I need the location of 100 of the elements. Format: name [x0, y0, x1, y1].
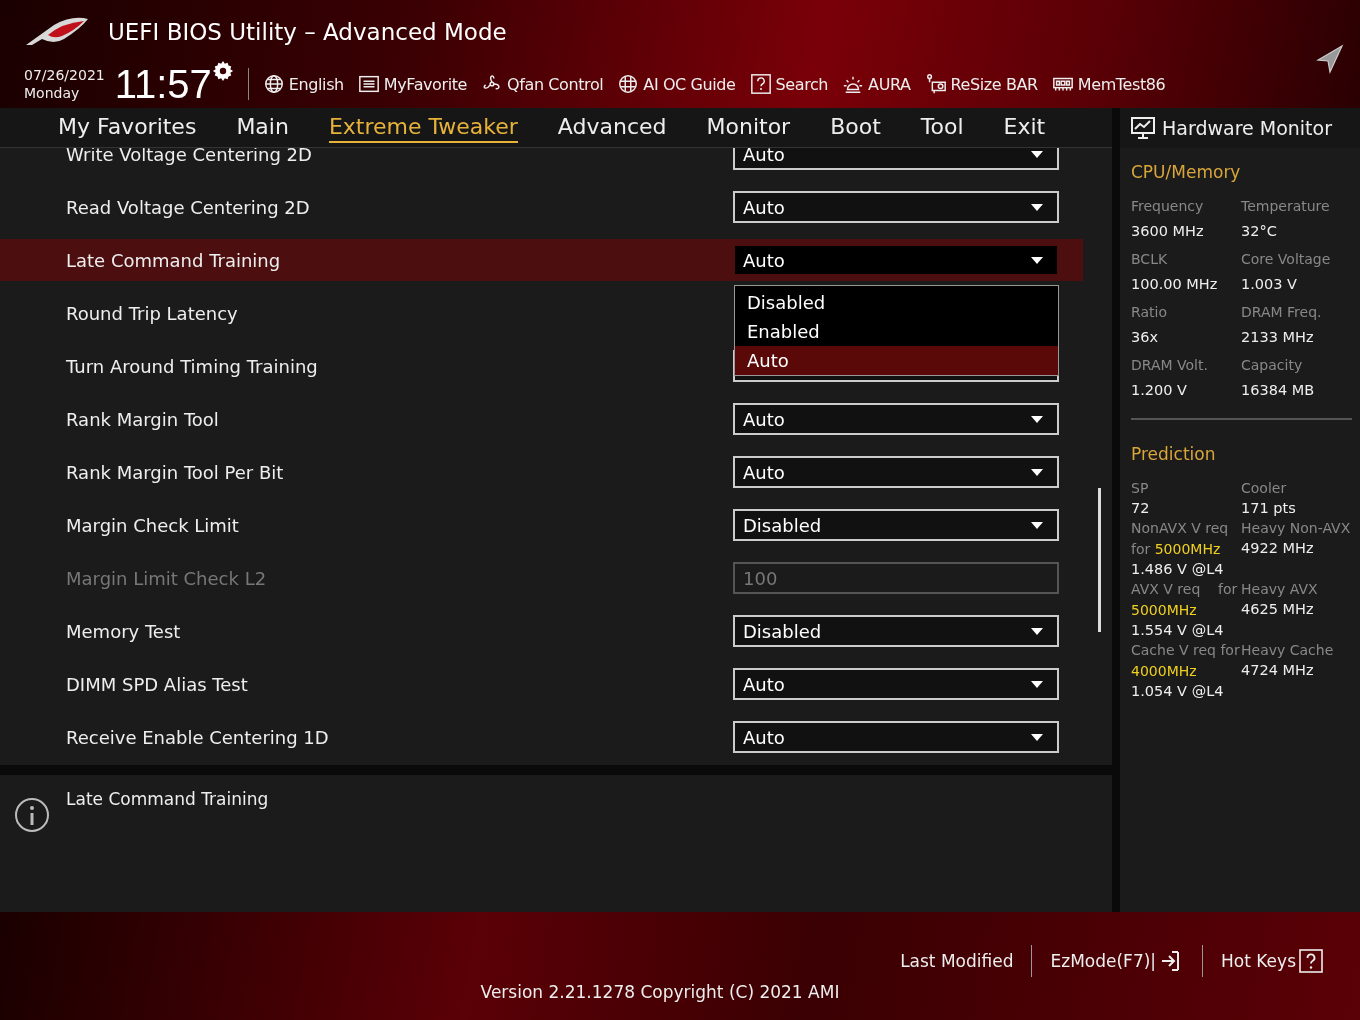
help-icon: [1298, 948, 1324, 974]
menu-tab[interactable]: Advanced: [557, 112, 667, 143]
dropdown-field[interactable]: Auto: [733, 148, 1059, 170]
footer-button[interactable]: EzMode(F7)|: [1032, 948, 1203, 974]
weekday-text: Monday: [24, 84, 81, 102]
list-icon: [357, 73, 380, 95]
stat-label: BCLK: [1131, 250, 1169, 269]
stat-label: NonAVX V req for 5000MHz: [1131, 519, 1230, 559]
setting-label: Late Command Training: [66, 249, 281, 271]
stat-label: Temperature: [1241, 197, 1331, 216]
menu-tab[interactable]: Exit: [1003, 112, 1046, 143]
stat-value: 72: [1131, 500, 1151, 516]
dropdown-field[interactable]: Auto: [733, 403, 1059, 435]
window-title: UEFI BIOS Utility – Advanced Mode: [108, 19, 507, 45]
stat-label: SP: [1131, 479, 1150, 498]
globe-icon: [262, 73, 285, 95]
scrollbar-thumb[interactable]: [1098, 488, 1101, 632]
caret-icon: [1031, 415, 1043, 423]
stat-value: 36x: [1131, 329, 1160, 345]
stat-value: 3600 MHz: [1131, 223, 1205, 239]
caret-icon: [1031, 256, 1043, 264]
setting-label: Read Voltage Centering 2D: [66, 196, 310, 218]
monitor-icon: [1130, 116, 1156, 140]
stat-value: 1.054 V @L4: [1131, 683, 1225, 699]
stat-label: AVX V req for 5000MHz: [1131, 580, 1239, 620]
caret-icon: [1031, 733, 1043, 741]
stat-value: 1.200 V: [1131, 382, 1189, 398]
footer-button[interactable]: Last Modified: [882, 951, 1032, 971]
clock-time: 11:57: [114, 61, 212, 107]
stat-label: Frequency: [1131, 197, 1205, 216]
menu-tab[interactable]: Tool: [920, 112, 964, 143]
menu-tab[interactable]: Main: [236, 112, 289, 143]
dropdown-field[interactable]: Auto: [733, 721, 1059, 753]
caret-icon: [1031, 680, 1043, 688]
menu-tab[interactable]: Monitor: [706, 112, 791, 143]
stat-value: 4922 MHz: [1241, 540, 1315, 556]
stat-value: 16384 MB: [1241, 382, 1316, 398]
stat-value: 171 pts: [1241, 500, 1297, 516]
menu-tab[interactable]: My Favorites: [58, 112, 197, 143]
menu-tab[interactable]: Boot: [830, 112, 881, 143]
stat-label: DRAM Freq.: [1241, 303, 1323, 322]
stat-label: Heavy Non-AVX: [1241, 519, 1352, 538]
caret-icon: [1031, 468, 1043, 476]
date-text: 07/26/2021: [24, 66, 105, 84]
dropdown-field[interactable]: Auto: [733, 668, 1059, 700]
stat-value: 1.486 V @L4: [1131, 561, 1225, 577]
menu-option[interactable]: Disabled: [735, 288, 1058, 317]
setting-label: Turn Around Timing Training: [66, 355, 318, 377]
toolbar-button[interactable]: AI OC Guide: [617, 73, 736, 95]
info-icon: [14, 797, 50, 833]
dropdown-field[interactable]: Disabled: [733, 615, 1059, 647]
stat-label: Heavy AVX: [1241, 580, 1319, 599]
dropdown-field[interactable]: Auto: [733, 456, 1059, 488]
caret-icon: [1031, 521, 1043, 529]
menu-tab[interactable]: Extreme Tweaker: [328, 112, 518, 143]
stat-value: 100.00 MHz: [1131, 276, 1219, 292]
setting-label: Margin Check Limit: [66, 514, 239, 536]
stat-label: Capacity: [1241, 356, 1304, 375]
caret-icon: [1031, 203, 1043, 211]
panel-title: Hardware Monitor: [1162, 117, 1332, 139]
stat-label: Cooler: [1241, 479, 1288, 498]
setting-label: Rank Margin Tool Per Bit: [66, 461, 284, 483]
menu-option[interactable]: Auto: [735, 346, 1058, 375]
stat-value: 2133 MHz: [1241, 329, 1315, 345]
stat-value: 1.003 V: [1241, 276, 1299, 292]
dropdown-field[interactable]: Auto: [733, 191, 1059, 223]
chip-icon: [617, 73, 640, 95]
menu-option[interactable]: Enabled: [735, 317, 1058, 346]
toolbar-button[interactable]: MemTest86: [1051, 73, 1166, 95]
setting-label: Round Trip Latency: [66, 302, 238, 324]
toolbar-button[interactable]: Qfan Control: [481, 73, 604, 95]
toolbar-button[interactable]: MyFavorite: [357, 73, 468, 95]
toolbar-button[interactable]: Search: [749, 73, 829, 95]
dropdown-field[interactable]: Auto: [733, 244, 1059, 276]
setting-label: DIMM SPD Alias Test: [66, 673, 248, 695]
section-title: CPU/Memory: [1131, 162, 1242, 182]
version-text: Version 2.21.1278 Copyright (C) 2021 AMI: [480, 982, 840, 1002]
pointer-icon: [1316, 44, 1344, 74]
stat-value: 32°C: [1241, 223, 1278, 239]
setting-label: Receive Enable Centering 1D: [66, 726, 329, 748]
help-icon: [749, 73, 772, 95]
help-text: Late Command Training: [66, 789, 269, 809]
number-field: 100: [733, 562, 1059, 594]
setting-label: Rank Margin Tool: [66, 408, 219, 430]
toolbar-button[interactable]: English: [262, 73, 344, 95]
footer-button[interactable]: Hot Keys: [1203, 948, 1342, 974]
stat-value: 1.554 V @L4: [1131, 622, 1225, 638]
stat-label: DRAM Volt.: [1131, 356, 1209, 375]
stat-value: 4625 MHz: [1241, 601, 1315, 617]
setting-label: Margin Limit Check L2: [66, 567, 267, 589]
toolbar-button[interactable]: AURA: [842, 73, 911, 95]
stat-label: Cache V req for 4000MHz: [1131, 641, 1241, 681]
dropdown-field[interactable]: Disabled: [733, 509, 1059, 541]
toolbar-button[interactable]: ReSize BAR: [924, 73, 1038, 95]
section-title: Prediction: [1131, 444, 1217, 464]
card-icon: [924, 73, 947, 95]
stat-label: Core Voltage: [1241, 250, 1332, 269]
settings-icon: [211, 60, 234, 82]
caret-icon: [1031, 627, 1043, 635]
stat-value: 4724 MHz: [1241, 662, 1315, 678]
